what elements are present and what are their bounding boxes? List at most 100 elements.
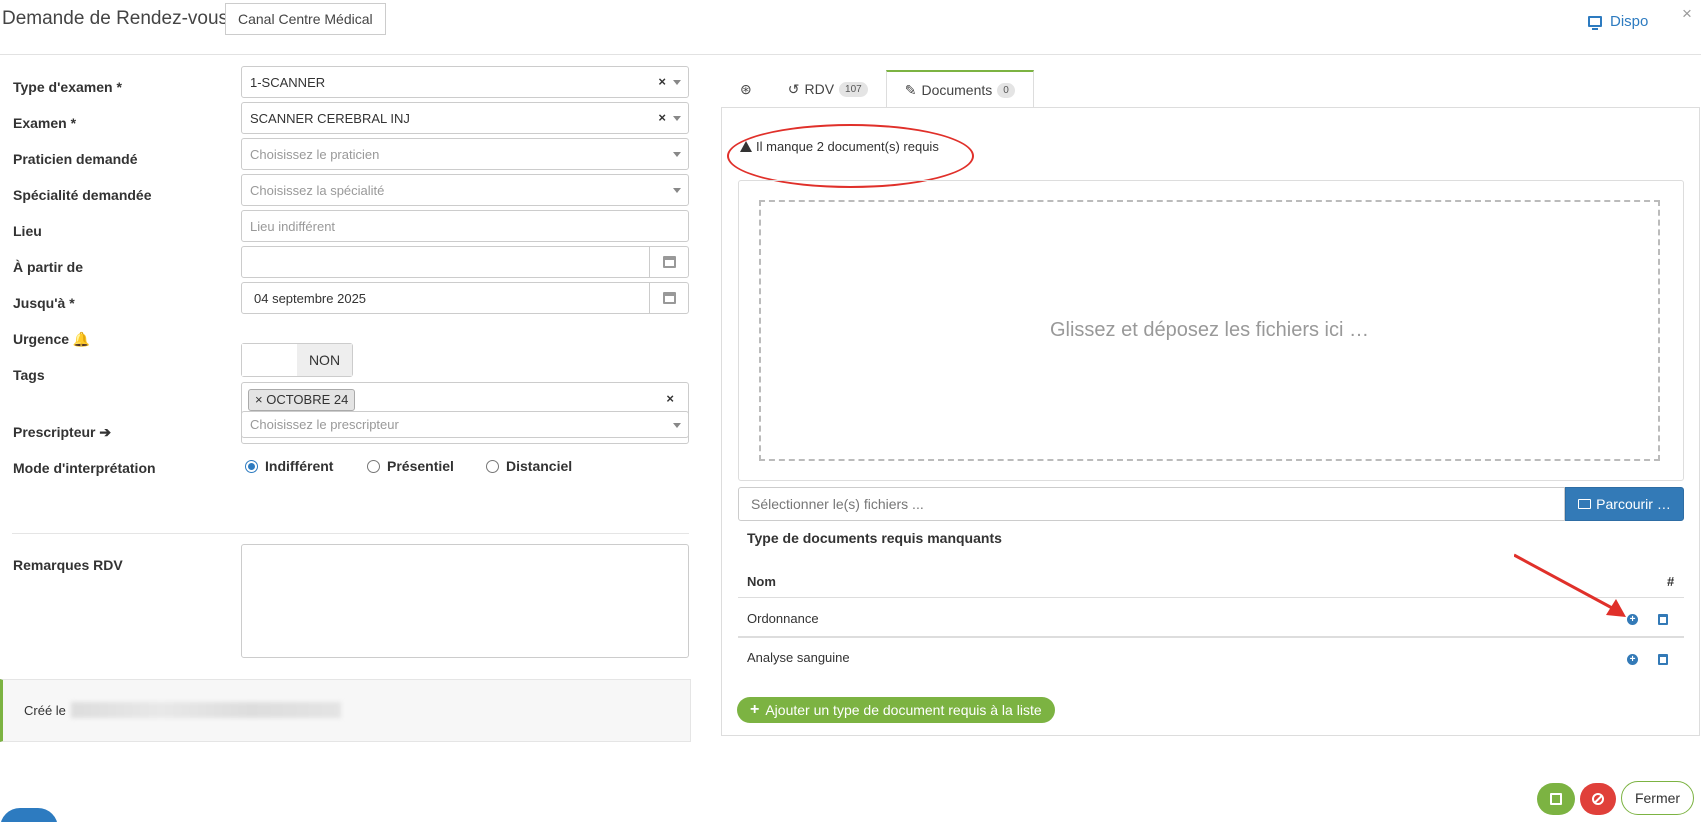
- toggle-off-area: [242, 344, 297, 376]
- history-icon: ↺: [787, 80, 800, 97]
- dropzone[interactable]: Glissez et déposez les fichiers ici …: [759, 200, 1660, 461]
- clear-icon[interactable]: ×: [658, 74, 666, 89]
- tag-chip[interactable]: × OCTOBRE 24: [248, 389, 356, 411]
- arrow-right-icon: ➔: [99, 424, 112, 440]
- chevron-down-icon: [673, 423, 681, 428]
- tab-documents[interactable]: ✎ Documents 0: [885, 70, 1034, 108]
- radio-indifferent[interactable]: Indifférent: [245, 458, 333, 474]
- prescripteur-label: Prescripteur ➔: [13, 424, 112, 440]
- site-button[interactable]: Canal Centre Médical: [225, 3, 386, 35]
- calendar-icon: [662, 256, 676, 268]
- ban-icon: [1592, 793, 1604, 805]
- radio-checked-icon: [245, 459, 258, 473]
- fingerprint-icon: ⊛: [740, 80, 752, 97]
- praticien-placeholder: Choisissez le praticien: [250, 146, 380, 162]
- lieu-label: Lieu: [13, 223, 42, 239]
- specialite-select[interactable]: Choisissez la spécialité: [241, 174, 689, 206]
- blurred-info: [71, 702, 341, 718]
- radio-icon: [367, 459, 380, 473]
- chevron-down-icon: [673, 152, 681, 157]
- divider: [12, 533, 689, 534]
- type-examen-value: 1-SCANNER: [250, 74, 326, 90]
- urgence-value: NON: [297, 344, 352, 376]
- clear-icon[interactable]: ×: [666, 391, 674, 406]
- tab-label: RDV: [804, 81, 835, 97]
- jusqua-label: Jusqu'à *: [13, 295, 75, 311]
- chevron-down-icon: [673, 116, 681, 121]
- remarques-textarea[interactable]: [241, 544, 689, 658]
- clear-icon[interactable]: ×: [658, 110, 666, 125]
- examen-label: Examen *: [13, 115, 77, 131]
- add-type-label: Ajouter un type de document requis à la …: [765, 702, 1042, 718]
- prescripteur-placeholder: Choisissez le prescripteur: [250, 417, 399, 432]
- a-partir-de-input[interactable]: [241, 246, 689, 278]
- column-header-actions: #: [1667, 574, 1675, 589]
- folder-icon: [1578, 499, 1592, 509]
- annotation-arrow: [1514, 553, 1626, 617]
- file-placeholder: Sélectionner le(s) fichiers ...: [751, 496, 924, 512]
- modal-header: Demande de Rendez-vous Canal Centre Médi…: [0, 0, 1701, 55]
- browse-label: Parcourir …: [1596, 496, 1671, 512]
- type-examen-label: Type d'examen *: [13, 79, 122, 95]
- count-badge: 107: [839, 81, 868, 97]
- dispo-link[interactable]: Dispo: [1588, 13, 1648, 30]
- radio-distanciel[interactable]: Distanciel: [486, 458, 572, 474]
- trash-icon[interactable]: [1658, 654, 1668, 665]
- save-button[interactable]: [1537, 783, 1575, 815]
- specialite-label: Spécialité demandée: [13, 187, 152, 203]
- dropzone-text: Glissez et déposez les fichiers ici …: [1049, 319, 1369, 341]
- specialite-placeholder: Choisissez la spécialité: [250, 182, 385, 198]
- a-partir-de-label: À partir de: [13, 259, 84, 275]
- tab-rdv[interactable]: ↺ RDV 107: [770, 70, 886, 108]
- created-info: Créé le: [0, 679, 691, 742]
- urgence-label: Urgence 🔔: [13, 331, 91, 347]
- radio-label: Présentiel: [387, 458, 454, 474]
- plus-icon: +: [750, 701, 760, 718]
- cancel-button[interactable]: [1580, 783, 1616, 815]
- tags-label: Tags: [13, 367, 45, 383]
- radio-label: Indifférent: [265, 458, 334, 474]
- column-header-nom: Nom: [747, 574, 776, 589]
- mode-label: Mode d'interprétation: [13, 460, 156, 476]
- lieu-input[interactable]: Lieu indifférent: [241, 210, 689, 242]
- modal-title: Demande de Rendez-vous: [2, 8, 229, 29]
- chevron-down-icon: [673, 80, 681, 85]
- tab-biometric[interactable]: ⊛: [722, 70, 770, 108]
- browse-button[interactable]: Parcourir …: [1565, 487, 1684, 521]
- praticien-label: Praticien demandé: [13, 151, 138, 167]
- tab-label: Documents: [921, 82, 993, 98]
- radio-presentiel[interactable]: Présentiel: [367, 458, 454, 474]
- praticien-select[interactable]: Choisissez le praticien: [241, 138, 689, 170]
- corner-widget[interactable]: [0, 808, 58, 822]
- dispo-label: Dispo: [1610, 13, 1649, 30]
- calendar-button[interactable]: [649, 283, 688, 313]
- jusqua-value: 04 septembre 2025: [254, 290, 367, 306]
- file-select-input[interactable]: Sélectionner le(s) fichiers ...: [738, 487, 1565, 521]
- add-document-type-button[interactable]: + Ajouter un type de document requis à l…: [737, 697, 1055, 723]
- prescripteur-select[interactable]: Choisissez le prescripteur: [241, 411, 689, 438]
- remarques-label: Remarques RDV: [13, 557, 123, 573]
- type-examen-select[interactable]: 1-SCANNER ×: [241, 66, 689, 98]
- table-row-analyse: Analyse sanguine: [747, 650, 850, 665]
- jusqua-input[interactable]: 04 septembre 2025: [241, 282, 689, 314]
- calendar-button[interactable]: [649, 247, 688, 277]
- examen-value: SCANNER CEREBRAL INJ: [250, 110, 410, 126]
- tab-bar: ⊛ ↺ RDV 107 ✎ Documents 0: [722, 70, 1034, 108]
- trash-icon[interactable]: [1658, 614, 1668, 625]
- bell-icon: 🔔: [72, 331, 91, 347]
- table-divider: [738, 636, 1684, 638]
- add-document-button[interactable]: +: [1627, 654, 1638, 665]
- annotation-ellipse: [727, 124, 974, 188]
- paperclip-icon: ✎: [904, 81, 917, 98]
- count-badge: 0: [997, 82, 1015, 98]
- radio-icon: [486, 459, 499, 473]
- table-row-ordonnance: Ordonnance: [747, 611, 819, 626]
- calendar-icon: [662, 292, 676, 304]
- lieu-placeholder: Lieu indifférent: [250, 218, 336, 234]
- close-icon[interactable]: ×: [1682, 4, 1692, 24]
- examen-select[interactable]: SCANNER CEREBRAL INJ ×: [241, 102, 689, 134]
- close-button[interactable]: Fermer: [1621, 781, 1694, 815]
- monitor-icon: [1588, 16, 1602, 30]
- urgence-toggle[interactable]: NON: [241, 343, 353, 377]
- save-icon: [1550, 793, 1562, 805]
